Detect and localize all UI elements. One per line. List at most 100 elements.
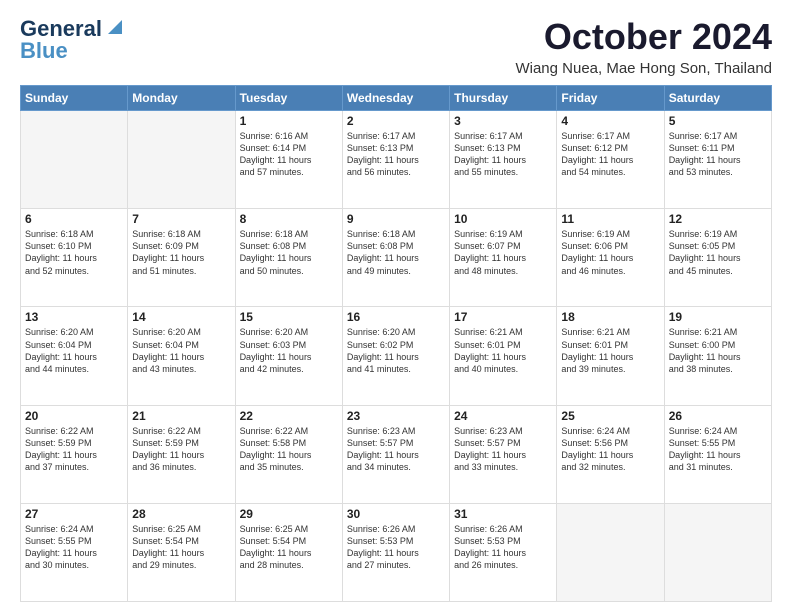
day-number: 23 bbox=[347, 409, 445, 423]
day-number: 9 bbox=[347, 212, 445, 226]
logo: General Blue bbox=[20, 16, 122, 64]
calendar-cell: 6 Sunrise: 6:18 AM Sunset: 6:10 PM Daylig… bbox=[21, 209, 128, 307]
day-number: 10 bbox=[454, 212, 552, 226]
calendar-cell: 11Sunrise: 6:19 AM Sunset: 6:06 PM Dayli… bbox=[557, 209, 664, 307]
calendar-cell bbox=[557, 503, 664, 601]
calendar-cell: 13 Sunrise: 6:20 AM Sunset: 6:04 PM Dayli… bbox=[21, 307, 128, 405]
day-info: Sunrise: 6:21 AM Sunset: 6:01 PM Dayligh… bbox=[454, 326, 552, 375]
day-info: Sunrise: 6:17 AM Sunset: 6:12 PM Dayligh… bbox=[561, 130, 659, 179]
day-info: Sunrise: 6:20 AM Sunset: 6:03 PM Dayligh… bbox=[240, 326, 338, 375]
day-number: 20 bbox=[25, 409, 123, 423]
day-number: 13 bbox=[25, 310, 123, 324]
day-info: Sunrise: 6:20 AM Sunset: 6:04 PM Dayligh… bbox=[132, 326, 230, 375]
day-info: Sunrise: 6:25 AM Sunset: 5:54 PM Dayligh… bbox=[132, 523, 230, 572]
day-info: Sunrise: 6:19 AM Sunset: 6:06 PM Dayligh… bbox=[561, 228, 659, 277]
day-number: 6 bbox=[25, 212, 123, 226]
day-info: Sunrise: 6:23 AM Sunset: 5:57 PM Dayligh… bbox=[454, 425, 552, 474]
weekday-header-friday: Friday bbox=[557, 86, 664, 111]
day-number: 22 bbox=[240, 409, 338, 423]
day-number: 26 bbox=[669, 409, 767, 423]
day-info: Sunrise: 6:25 AM Sunset: 5:54 PM Dayligh… bbox=[240, 523, 338, 572]
day-number: 17 bbox=[454, 310, 552, 324]
weekday-header-sunday: Sunday bbox=[21, 86, 128, 111]
day-number: 12 bbox=[669, 212, 767, 226]
day-info: Sunrise: 6:18 AM Sunset: 6:08 PM Dayligh… bbox=[240, 228, 338, 277]
day-number: 7 bbox=[132, 212, 230, 226]
day-info: Sunrise: 6:24 AM Sunset: 5:55 PM Dayligh… bbox=[669, 425, 767, 474]
day-info: Sunrise: 6:26 AM Sunset: 5:53 PM Dayligh… bbox=[347, 523, 445, 572]
day-number: 24 bbox=[454, 409, 552, 423]
calendar-cell bbox=[128, 111, 235, 209]
header: General Blue October 2024 Wiang Nuea, Ma… bbox=[20, 16, 772, 77]
weekday-header-monday: Monday bbox=[128, 86, 235, 111]
calendar-cell: 19Sunrise: 6:21 AM Sunset: 6:00 PM Dayli… bbox=[664, 307, 771, 405]
calendar-cell: 7 Sunrise: 6:18 AM Sunset: 6:09 PM Daylig… bbox=[128, 209, 235, 307]
day-number: 25 bbox=[561, 409, 659, 423]
calendar-cell: 20 Sunrise: 6:22 AM Sunset: 5:59 PM Dayli… bbox=[21, 405, 128, 503]
calendar-cell: 16Sunrise: 6:20 AM Sunset: 6:02 PM Dayli… bbox=[342, 307, 449, 405]
day-number: 16 bbox=[347, 310, 445, 324]
calendar-cell: 10 Sunrise: 6:19 AM Sunset: 6:07 PM Dayli… bbox=[450, 209, 557, 307]
calendar-header-row: SundayMondayTuesdayWednesdayThursdayFrid… bbox=[21, 86, 772, 111]
day-info: Sunrise: 6:18 AM Sunset: 6:10 PM Dayligh… bbox=[25, 228, 123, 277]
day-number: 3 bbox=[454, 114, 552, 128]
calendar-cell: 29 Sunrise: 6:25 AM Sunset: 5:54 PM Dayli… bbox=[235, 503, 342, 601]
calendar-cell: 22Sunrise: 6:22 AM Sunset: 5:58 PM Dayli… bbox=[235, 405, 342, 503]
calendar-cell bbox=[21, 111, 128, 209]
calendar-cell: 21Sunrise: 6:22 AM Sunset: 5:59 PM Dayli… bbox=[128, 405, 235, 503]
day-number: 30 bbox=[347, 507, 445, 521]
weekday-header-wednesday: Wednesday bbox=[342, 86, 449, 111]
calendar-cell: 26 Sunrise: 6:24 AM Sunset: 5:55 PM Dayli… bbox=[664, 405, 771, 503]
day-number: 15 bbox=[240, 310, 338, 324]
calendar-week-1: 6 Sunrise: 6:18 AM Sunset: 6:10 PM Daylig… bbox=[21, 209, 772, 307]
calendar-cell: 28 Sunrise: 6:25 AM Sunset: 5:54 PM Dayli… bbox=[128, 503, 235, 601]
logo-triangle-icon bbox=[104, 18, 122, 36]
day-info: Sunrise: 6:17 AM Sunset: 6:13 PM Dayligh… bbox=[347, 130, 445, 179]
calendar-cell: 12Sunrise: 6:19 AM Sunset: 6:05 PM Dayli… bbox=[664, 209, 771, 307]
day-number: 21 bbox=[132, 409, 230, 423]
day-info: Sunrise: 6:18 AM Sunset: 6:09 PM Dayligh… bbox=[132, 228, 230, 277]
day-number: 8 bbox=[240, 212, 338, 226]
calendar-cell: 5 Sunrise: 6:17 AM Sunset: 6:11 PM Daylig… bbox=[664, 111, 771, 209]
calendar-week-4: 27Sunrise: 6:24 AM Sunset: 5:55 PM Dayli… bbox=[21, 503, 772, 601]
calendar-cell: 3Sunrise: 6:17 AM Sunset: 6:13 PM Daylig… bbox=[450, 111, 557, 209]
day-info: Sunrise: 6:19 AM Sunset: 6:07 PM Dayligh… bbox=[454, 228, 552, 277]
day-number: 27 bbox=[25, 507, 123, 521]
day-info: Sunrise: 6:18 AM Sunset: 6:08 PM Dayligh… bbox=[347, 228, 445, 277]
calendar-cell: 14 Sunrise: 6:20 AM Sunset: 6:04 PM Dayli… bbox=[128, 307, 235, 405]
calendar-cell: 25Sunrise: 6:24 AM Sunset: 5:56 PM Dayli… bbox=[557, 405, 664, 503]
day-info: Sunrise: 6:21 AM Sunset: 6:01 PM Dayligh… bbox=[561, 326, 659, 375]
calendar-cell: 27Sunrise: 6:24 AM Sunset: 5:55 PM Dayli… bbox=[21, 503, 128, 601]
calendar-cell: 1Sunrise: 6:16 AM Sunset: 6:14 PM Daylig… bbox=[235, 111, 342, 209]
day-info: Sunrise: 6:20 AM Sunset: 6:04 PM Dayligh… bbox=[25, 326, 123, 375]
day-number: 14 bbox=[132, 310, 230, 324]
day-info: Sunrise: 6:16 AM Sunset: 6:14 PM Dayligh… bbox=[240, 130, 338, 179]
calendar-cell: 4Sunrise: 6:17 AM Sunset: 6:12 PM Daylig… bbox=[557, 111, 664, 209]
day-info: Sunrise: 6:17 AM Sunset: 6:11 PM Dayligh… bbox=[669, 130, 767, 179]
calendar-cell: 9 Sunrise: 6:18 AM Sunset: 6:08 PM Daylig… bbox=[342, 209, 449, 307]
page: General Blue October 2024 Wiang Nuea, Ma… bbox=[0, 0, 792, 612]
calendar-table: SundayMondayTuesdayWednesdayThursdayFrid… bbox=[20, 85, 772, 602]
weekday-header-saturday: Saturday bbox=[664, 86, 771, 111]
month-title: October 2024 bbox=[515, 16, 772, 58]
calendar-cell: 24 Sunrise: 6:23 AM Sunset: 5:57 PM Dayli… bbox=[450, 405, 557, 503]
day-info: Sunrise: 6:26 AM Sunset: 5:53 PM Dayligh… bbox=[454, 523, 552, 572]
calendar-cell: 30 Sunrise: 6:26 AM Sunset: 5:53 PM Dayli… bbox=[342, 503, 449, 601]
calendar-cell: 2 Sunrise: 6:17 AM Sunset: 6:13 PM Daylig… bbox=[342, 111, 449, 209]
logo-blue-text: Blue bbox=[20, 38, 68, 64]
calendar-cell: 23Sunrise: 6:23 AM Sunset: 5:57 PM Dayli… bbox=[342, 405, 449, 503]
day-number: 5 bbox=[669, 114, 767, 128]
day-number: 2 bbox=[347, 114, 445, 128]
calendar-cell: 8 Sunrise: 6:18 AM Sunset: 6:08 PM Daylig… bbox=[235, 209, 342, 307]
day-number: 29 bbox=[240, 507, 338, 521]
location-title: Wiang Nuea, Mae Hong Son, Thailand bbox=[515, 60, 772, 77]
calendar-week-3: 20 Sunrise: 6:22 AM Sunset: 5:59 PM Dayli… bbox=[21, 405, 772, 503]
title-block: October 2024 Wiang Nuea, Mae Hong Son, T… bbox=[515, 16, 772, 77]
day-number: 31 bbox=[454, 507, 552, 521]
day-info: Sunrise: 6:21 AM Sunset: 6:00 PM Dayligh… bbox=[669, 326, 767, 375]
day-info: Sunrise: 6:22 AM Sunset: 5:59 PM Dayligh… bbox=[25, 425, 123, 474]
calendar-cell: 15 Sunrise: 6:20 AM Sunset: 6:03 PM Dayli… bbox=[235, 307, 342, 405]
calendar-week-0: 1Sunrise: 6:16 AM Sunset: 6:14 PM Daylig… bbox=[21, 111, 772, 209]
day-number: 28 bbox=[132, 507, 230, 521]
weekday-header-tuesday: Tuesday bbox=[235, 86, 342, 111]
